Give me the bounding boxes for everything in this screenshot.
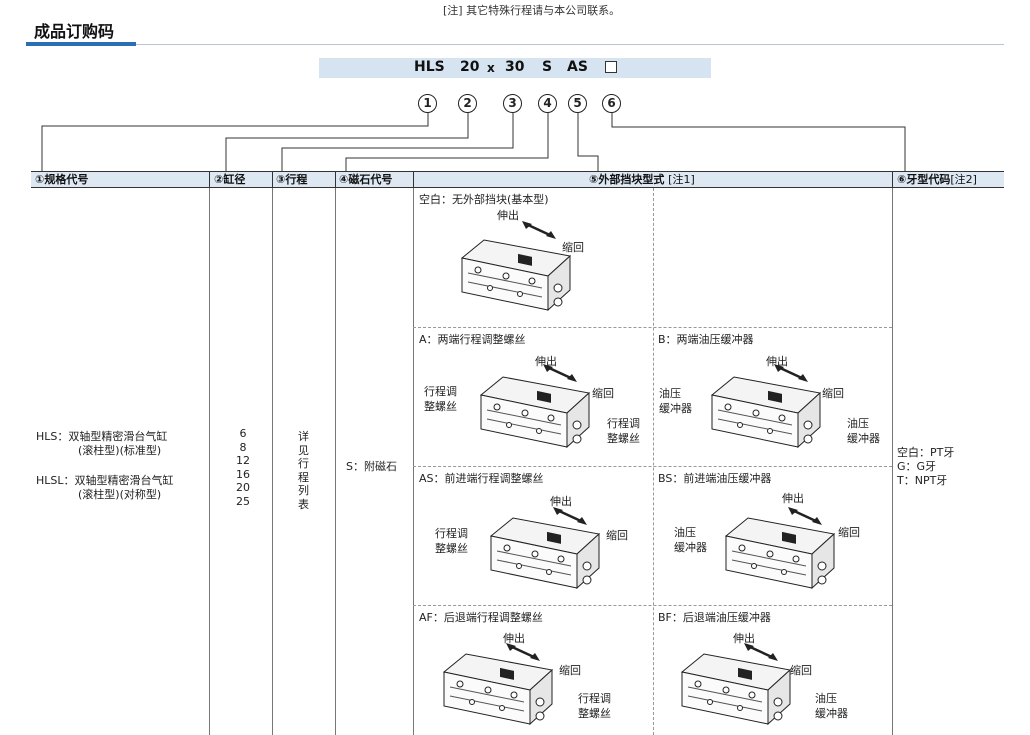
spec-hlsl-line2: (滚柱型)(对称型) [78,488,162,501]
adj-l2: 整螺丝 [435,542,468,555]
cylinder-image-blank [461,219,571,311]
shock-absorber-label: 油压 缓冲器 [674,525,707,555]
col-line [335,188,336,735]
circle-5: 5 [568,94,587,113]
table-header-bar [31,171,1004,188]
spec-hls-line2: (滚柱型)(标准型) [78,444,162,457]
extend-label: 伸出 [497,209,519,222]
col-line-dashed [653,188,654,735]
header-thread-text: ⑥牙型代码 [897,173,951,186]
header-bore: ②缸径 [214,173,246,186]
adj-l2: 整螺丝 [578,707,611,720]
hdr-sep [413,171,414,188]
circle-1: 1 [418,94,437,113]
sa-l1: 油压 [847,417,869,430]
adj-l2: 整螺丝 [607,432,640,445]
stroke-text: 详见行程列表 [298,430,309,511]
circle-2: 2 [458,94,477,113]
adj-l1: 行程调 [424,385,457,398]
col-line [892,188,893,735]
extend-label: 伸出 [535,355,557,368]
extend-label: 伸出 [733,632,755,645]
retract-label: 缩回 [559,664,581,677]
bore-item: 20 [236,481,250,495]
header-thread: ⑥牙型代码[注2] [897,172,977,187]
retract-label: 缩回 [606,529,628,542]
shock-absorber-label: 油压 缓冲器 [815,691,848,721]
sa-l1: 油压 [674,526,696,539]
hdr-sep [892,171,893,188]
adjust-screw-label: 行程调 整螺丝 [578,691,611,721]
bore-item: 25 [236,494,250,508]
adjust-screw-label: 行程调 整螺丝 [435,526,468,556]
stopper-bs-label: BS：前进端油压缓冲器 [658,472,772,485]
circle-3: 3 [503,94,522,113]
header-thread-note: [注2] [950,173,977,186]
adj-l1: 行程调 [435,527,468,540]
bore-item: 12 [236,454,250,468]
retract-label: 缩回 [838,526,860,539]
magnet-text: S：附磁石 [346,460,397,473]
stopper-af-label: AF：后退端行程调整螺丝 [419,611,543,624]
shock-absorber-label: 油压 缓冲器 [659,386,692,416]
row-line-dashed [413,327,892,328]
retract-label: 缩回 [790,664,812,677]
thread-pt: 空白：PT牙 [897,446,955,459]
spec-hlsl-line1: HLSL：双轴型精密滑台气缸 [36,474,174,487]
adj-l1: 行程调 [607,417,640,430]
header-stroke: ③行程 [276,173,308,186]
bore-item: 8 [239,440,247,454]
hdr-sep [272,171,273,188]
cylinder-image-bs [725,505,835,589]
stopper-bf-label: BF：后退端油压缓冲器 [658,611,771,624]
sa-l2: 缓冲器 [674,541,707,554]
col-line [209,188,210,735]
sa-l1: 油压 [659,387,681,400]
bore-item: 6 [239,427,247,440]
adj-l2: 整螺丝 [424,400,457,413]
thread-g: G：G牙 [897,460,937,473]
extend-label: 伸出 [782,492,804,505]
sa-l1: 油压 [815,692,837,705]
adj-l1: 行程调 [578,692,611,705]
extend-label: 伸出 [766,355,788,368]
spec-hls-line1: HLS：双轴型精密滑台气缸 [36,430,168,443]
thread-npt: T：NPT牙 [897,474,948,487]
bore-item: 16 [236,467,250,481]
header-stopper: ⑤外部挡块型式 [注1] [589,172,695,187]
adjust-screw-label: 行程调 整螺丝 [424,384,457,414]
sa-l2: 缓冲器 [659,402,692,415]
header-stopper-text: ⑤外部挡块型式 [589,173,665,186]
circle-6: 6 [602,94,621,113]
bore-list: 6 8 12 16 20 25 [232,427,254,509]
col-line [272,188,273,735]
adjust-screw-label: 行程调 整螺丝 [607,416,640,446]
thread-list: 空白：PT牙 G：G牙 T：NPT牙 [897,446,954,488]
retract-label: 缩回 [822,387,844,400]
stopper-as-label: AS：前进端行程调整螺丝 [419,472,544,485]
row-line-dashed [413,466,892,467]
hdr-sep [209,171,210,188]
extend-label: 伸出 [503,632,525,645]
retract-label: 缩回 [562,241,584,254]
header-spec: ①规格代号 [35,173,89,186]
col-line [413,188,414,735]
header-stopper-note: [注1] [668,173,695,186]
shock-absorber-label: 油压 缓冲器 [847,416,880,446]
retract-label: 缩回 [592,387,614,400]
hdr-sep [335,171,336,188]
header-magnet: ④磁石代号 [339,173,393,186]
row-line-dashed [413,605,892,606]
extend-label: 伸出 [550,495,572,508]
circle-4: 4 [538,94,557,113]
sa-l2: 缓冲器 [815,707,848,720]
sa-l2: 缓冲器 [847,432,880,445]
